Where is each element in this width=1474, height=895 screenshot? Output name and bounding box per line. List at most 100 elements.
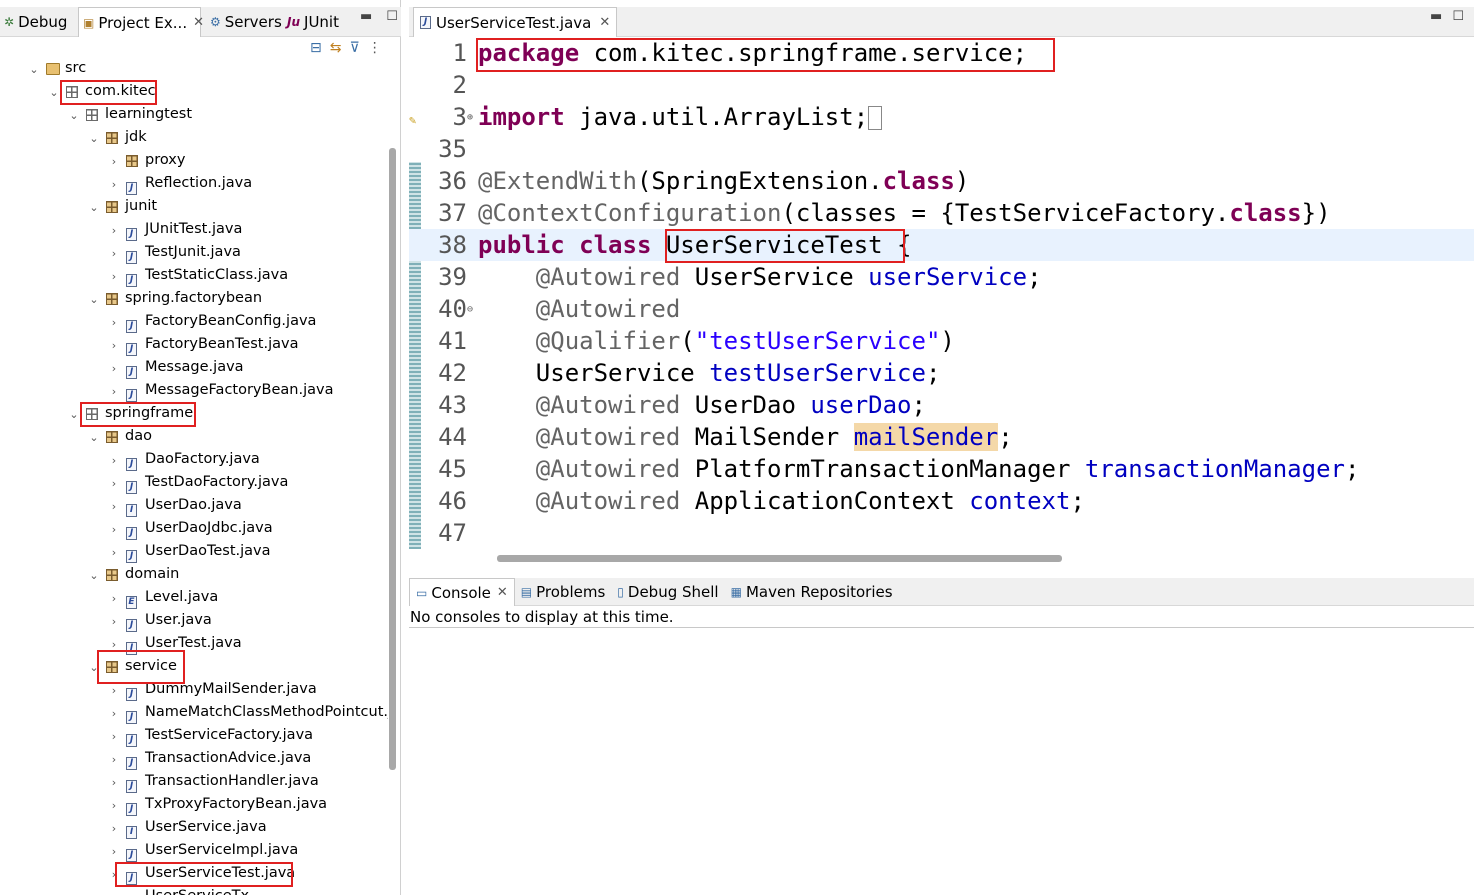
tree-item[interactable]: › J TestServiceFactory.java: [0, 725, 388, 748]
tree-item[interactable]: › J UserServiceImpl.java: [0, 840, 388, 863]
tab-junit[interactable]: Ju JUnit: [287, 7, 347, 37]
tree-item[interactable]: › J UserServiceTx: [0, 886, 388, 895]
code-line[interactable]: 47: [409, 517, 1474, 549]
tree-item[interactable]: › J DaoFactory.java: [0, 449, 388, 472]
tree-item[interactable]: ⌄ domain: [0, 564, 388, 587]
code-line[interactable]: 2: [409, 69, 1474, 101]
tree-item[interactable]: › J TransactionAdvice.java: [0, 748, 388, 771]
chevron-right-icon[interactable]: ›: [108, 615, 120, 628]
chevron-right-icon[interactable]: ›: [108, 316, 120, 329]
maximize-icon[interactable]: ☐: [386, 9, 398, 24]
tree-item[interactable]: ⌄ junit: [0, 196, 388, 219]
chevron-right-icon[interactable]: ›: [108, 454, 120, 467]
chevron-down-icon[interactable]: ⌄: [68, 109, 80, 122]
tab-console[interactable]: ▭ Console ✕: [409, 578, 515, 606]
chevron-right-icon[interactable]: ›: [108, 684, 120, 697]
tree-item[interactable]: › J TestJunit.java: [0, 242, 388, 265]
chevron-right-icon[interactable]: ›: [108, 155, 120, 168]
code-line[interactable]: 45 @Autowired PlatformTransactionManager…: [409, 453, 1474, 485]
chevron-right-icon[interactable]: ›: [108, 707, 120, 720]
chevron-right-icon[interactable]: ›: [108, 385, 120, 398]
tree-item[interactable]: › J UserDaoTest.java: [0, 541, 388, 564]
chevron-right-icon[interactable]: ›: [108, 224, 120, 237]
chevron-right-icon[interactable]: ›: [108, 500, 120, 513]
code-line[interactable]: 42 UserService testUserService;: [409, 357, 1474, 389]
chevron-down-icon[interactable]: ⌄: [88, 132, 100, 145]
maximize-icon[interactable]: ☐: [1452, 9, 1464, 24]
code-line[interactable]: 46 @Autowired ApplicationContext context…: [409, 485, 1474, 517]
tree-item[interactable]: › J TestStaticClass.java: [0, 265, 388, 288]
code-line[interactable]: 36 @ExtendWith(SpringExtension.class): [409, 165, 1474, 197]
code-line[interactable]: 35: [409, 133, 1474, 165]
code-line[interactable]: 37 @ContextConfiguration(classes = {TestS…: [409, 197, 1474, 229]
expand-fold-icon[interactable]: ⊕: [467, 112, 473, 123]
tree-item[interactable]: › J TestDaoFactory.java: [0, 472, 388, 495]
tree-item[interactable]: › J UserDaoJdbc.java: [0, 518, 388, 541]
tree-item[interactable]: ⌄ dao: [0, 426, 388, 449]
tree-item[interactable]: › J DummyMailSender.java: [0, 679, 388, 702]
chevron-down-icon[interactable]: ⌄: [68, 408, 80, 421]
tree-item[interactable]: ⌄ jdk: [0, 127, 388, 150]
filter-icon[interactable]: ⊽: [349, 40, 359, 56]
chevron-right-icon[interactable]: ›: [108, 178, 120, 191]
tab-debug[interactable]: ✲ Debug: [4, 7, 76, 37]
chevron-right-icon[interactable]: ›: [108, 592, 120, 605]
code-editor[interactable]: 1 package com.kitec.springframe.service; 2…: [409, 37, 1474, 549]
tab-maven-repositories[interactable]: ▦ Maven Repositories: [725, 578, 899, 606]
quick-fix-icon[interactable]: ✎: [409, 113, 416, 127]
code-line[interactable]: 39 @Autowired UserService userService;: [409, 261, 1474, 293]
collapse-all-icon[interactable]: ⊟: [310, 40, 322, 56]
chevron-right-icon[interactable]: ›: [108, 891, 120, 895]
chevron-right-icon[interactable]: ›: [108, 247, 120, 260]
tab-project-explorer[interactable]: ▣ Project Ex... ✕: [78, 7, 204, 37]
code-line[interactable]: 3 ⊕ import java.util.ArrayList;: [409, 101, 1474, 133]
code-line[interactable]: 40 ⊖ @Autowired: [409, 293, 1474, 325]
chevron-right-icon[interactable]: ›: [108, 845, 120, 858]
collapse-fold-icon[interactable]: ⊖: [467, 304, 473, 315]
tab-problems[interactable]: ▤ Problems: [515, 578, 611, 606]
chevron-right-icon[interactable]: ›: [108, 799, 120, 812]
tree-item[interactable]: › J Message.java: [0, 357, 388, 380]
tree-item[interactable]: › J TxProxyFactoryBean.java: [0, 794, 388, 817]
tab-servers[interactable]: ⚙ Servers: [210, 7, 282, 37]
tree-item[interactable]: › J User.java: [0, 610, 388, 633]
chevron-right-icon[interactable]: ›: [108, 822, 120, 835]
tab-debug-shell[interactable]: ▯ Debug Shell: [611, 578, 724, 606]
link-with-editor-icon[interactable]: ⇆: [330, 40, 342, 56]
chevron-right-icon[interactable]: ›: [108, 362, 120, 375]
chevron-down-icon[interactable]: ⌄: [28, 63, 40, 76]
tree-item[interactable]: › E Level.java: [0, 587, 388, 610]
close-icon[interactable]: ✕: [599, 15, 610, 30]
code-line[interactable]: 41 @Qualifier("testUserService"): [409, 325, 1474, 357]
tree-scrollbar[interactable]: [389, 148, 396, 770]
chevron-down-icon[interactable]: ⌄: [88, 201, 100, 214]
minimize-icon[interactable]: ▬: [1430, 9, 1442, 24]
minimize-icon[interactable]: ▬: [360, 9, 372, 24]
chevron-down-icon[interactable]: ⌄: [48, 86, 60, 99]
chevron-right-icon[interactable]: ›: [108, 546, 120, 559]
tree-item[interactable]: › I UserService.java: [0, 817, 388, 840]
tree-item[interactable]: ⌄ learningtest: [0, 104, 388, 127]
tree-item[interactable]: › J TransactionHandler.java: [0, 771, 388, 794]
chevron-right-icon[interactable]: ›: [108, 339, 120, 352]
tab-userservicetest[interactable]: J UserServiceTest.java ✕: [413, 7, 618, 37]
editor-horizontal-scrollbar[interactable]: [497, 555, 1062, 562]
tree-item[interactable]: › J Reflection.java: [0, 173, 388, 196]
tree-item[interactable]: › I UserDao.java: [0, 495, 388, 518]
tree-item[interactable]: ⌄ com.kitec: [0, 81, 388, 104]
tree-item[interactable]: › J JUnitTest.java: [0, 219, 388, 242]
chevron-down-icon[interactable]: ⌄: [88, 293, 100, 306]
tree-item[interactable]: › J FactoryBeanConfig.java: [0, 311, 388, 334]
chevron-down-icon[interactable]: ⌄: [88, 569, 100, 582]
chevron-right-icon[interactable]: ›: [108, 776, 120, 789]
tree-item[interactable]: › J UserTest.java: [0, 633, 388, 656]
tree-item[interactable]: › J NameMatchClassMethodPointcut.ja: [0, 702, 388, 725]
tree-item[interactable]: ⌄ spring.factorybean: [0, 288, 388, 311]
tree-item[interactable]: › J FactoryBeanTest.java: [0, 334, 388, 357]
chevron-right-icon[interactable]: ›: [108, 523, 120, 536]
tree-item[interactable]: ⌄ src: [0, 58, 388, 81]
chevron-right-icon[interactable]: ›: [108, 753, 120, 766]
chevron-right-icon[interactable]: ›: [108, 270, 120, 283]
code-line[interactable]: 44 @Autowired MailSender mailSender;: [409, 421, 1474, 453]
code-line[interactable]: 38 public class UserServiceTest {: [409, 229, 1474, 261]
